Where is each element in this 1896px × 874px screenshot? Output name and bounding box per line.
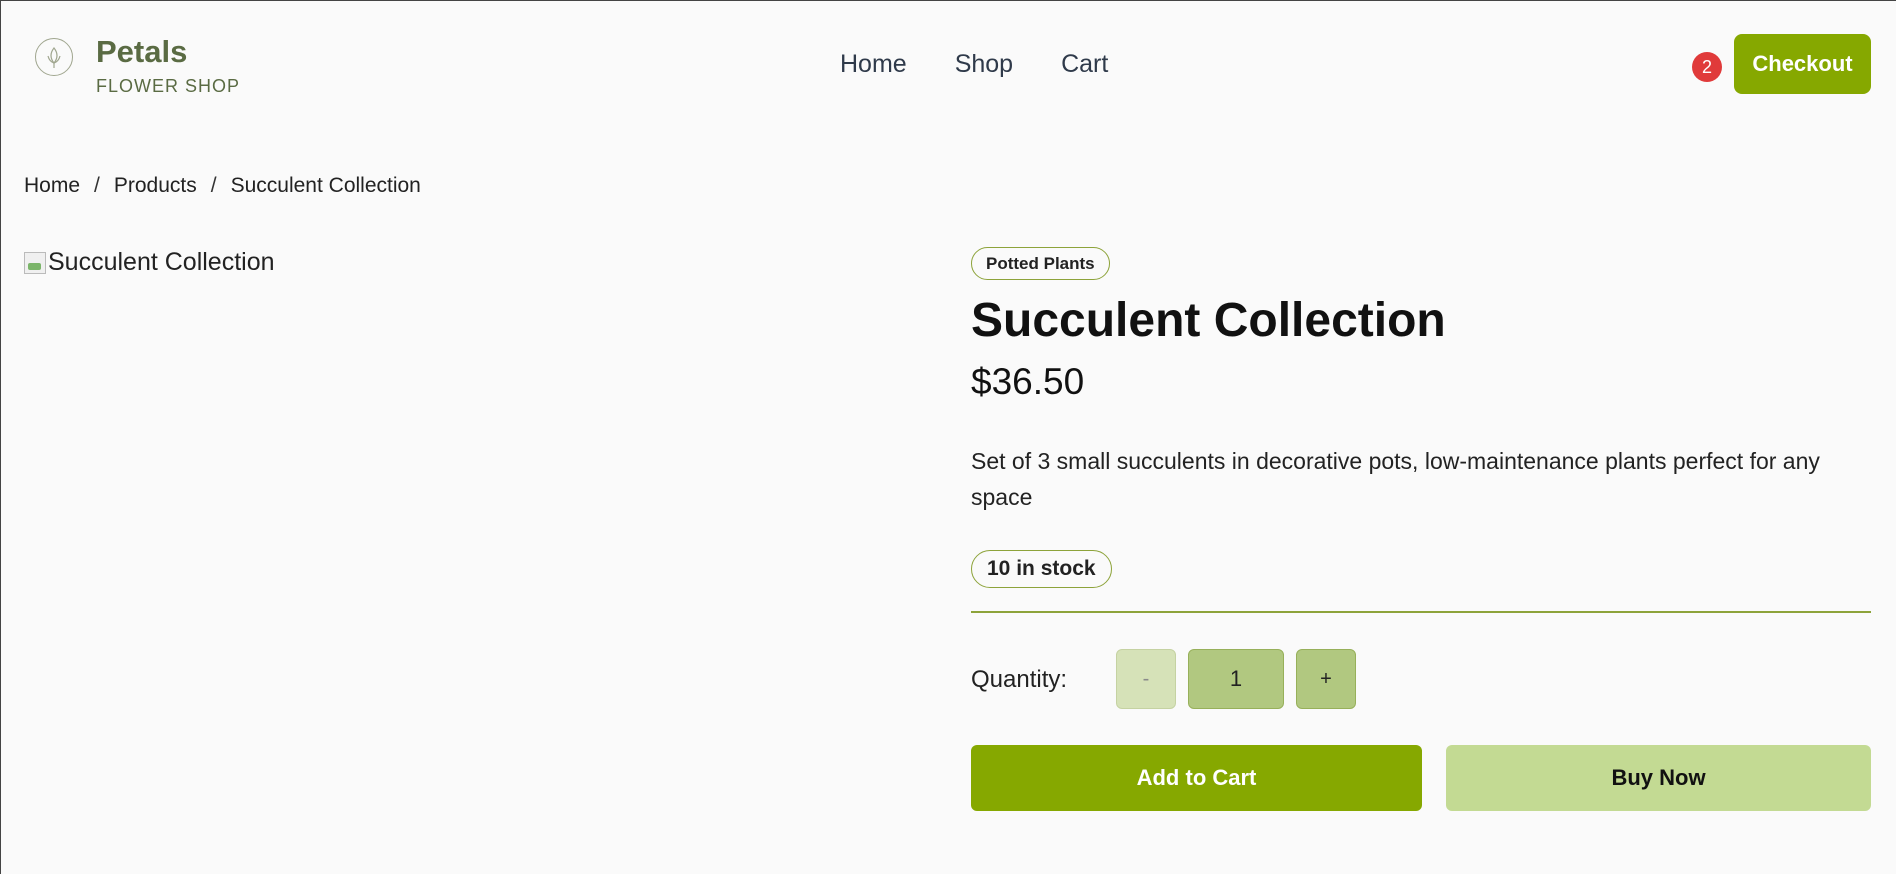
stock-badge: 10 in stock (971, 550, 1112, 588)
product-price: $36.50 (971, 361, 1085, 402)
quantity-increase-button[interactable]: + (1296, 649, 1356, 709)
product-image: Succulent Collection (24, 248, 275, 277)
breadcrumb-separator: / (94, 174, 100, 197)
divider (971, 611, 1871, 613)
breadcrumb-products[interactable]: Products (114, 174, 197, 198)
breadcrumb-current: Succulent Collection (230, 174, 421, 197)
breadcrumb-home[interactable]: Home (24, 174, 80, 198)
brand-name[interactable]: Petals (96, 34, 187, 70)
quantity-label: Quantity: (971, 666, 1068, 693)
main-nav: Home Shop Cart (840, 50, 1108, 79)
nav-shop-link[interactable]: Shop (955, 50, 1013, 79)
site-header: Petals FLOWER SHOP Home Shop Cart 2 Chec… (0, 0, 1896, 130)
checkout-button[interactable]: Checkout (1734, 34, 1871, 94)
brand-subtitle: FLOWER SHOP (96, 76, 241, 96)
quantity-input[interactable] (1188, 649, 1284, 709)
window-border-left (0, 0, 1, 874)
nav-cart-link[interactable]: Cart (1061, 50, 1108, 79)
category-badge: Potted Plants (971, 247, 1110, 280)
product-description: Set of 3 small succulents in decorative … (971, 448, 1820, 510)
add-to-cart-button[interactable]: Add to Cart (971, 745, 1422, 811)
nav-home-link[interactable]: Home (840, 50, 907, 79)
product-title: Succulent Collection (971, 294, 1446, 347)
breadcrumb-separator: / (210, 174, 217, 197)
cart-count-badge: 2 (1692, 52, 1722, 82)
broken-image-icon (24, 251, 46, 274)
buy-now-button[interactable]: Buy Now (1446, 745, 1871, 811)
quantity-decrease-button[interactable]: - (1116, 649, 1176, 709)
breadcrumb: Home / Products / Succulent Collection (24, 174, 421, 198)
product-image-alt: Succulent Collection (48, 248, 275, 276)
flower-icon[interactable] (35, 38, 73, 76)
